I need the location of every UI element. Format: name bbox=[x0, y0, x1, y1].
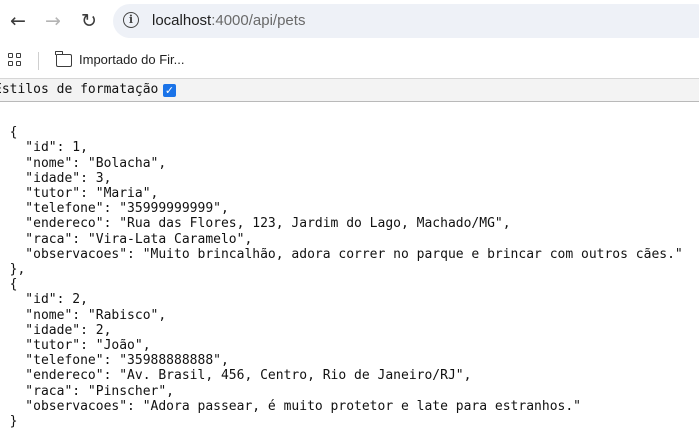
json-line: "id": 1, bbox=[0, 140, 88, 156]
json-line: "nome": "Rabisco", bbox=[0, 307, 167, 323]
bookmarks-separator bbox=[38, 52, 39, 70]
pretty-print-label: Estilos de formatação bbox=[0, 82, 159, 97]
json-line: "observacoes": "Adora passear, é muito p… bbox=[0, 398, 581, 414]
bookmarks-bar: Importado do Fir... bbox=[0, 43, 699, 79]
browser-toolbar: ← → ↻ i localhost:4000/api/pets bbox=[0, 0, 699, 43]
json-line: { bbox=[9, 125, 18, 141]
folder-icon bbox=[55, 51, 72, 67]
json-line: [ bbox=[0, 110, 2, 125]
url-path: :4000/api/pets bbox=[211, 12, 306, 29]
json-line: { bbox=[9, 277, 18, 293]
json-line: "idade": 2, bbox=[0, 322, 112, 338]
json-line: "tutor": "João", bbox=[0, 338, 151, 354]
reload-button[interactable]: ↻ bbox=[76, 8, 102, 34]
json-line: "telefone": "35988888888", bbox=[0, 353, 229, 369]
json-line: "tutor": "Maria", bbox=[0, 186, 159, 202]
pretty-print-checkbox[interactable]: ✓ bbox=[163, 84, 176, 97]
arrow-right-icon: → bbox=[45, 9, 61, 32]
json-content: [ { "id": 1, "nome": "Bolacha", "idade":… bbox=[0, 110, 683, 429]
json-line: "idade": 3, bbox=[0, 170, 112, 186]
pretty-print-bar: Estilos de formatação ✓ bbox=[0, 79, 699, 102]
json-line: "telefone": "35999999999", bbox=[0, 201, 229, 217]
json-line: }, bbox=[9, 262, 26, 278]
bookmark-folder-imported[interactable]: Importado do Fir... bbox=[79, 52, 185, 67]
json-line: "endereco": "Av. Brasil, 456, Centro, Ri… bbox=[0, 368, 472, 384]
json-line: "raca": "Vira-Lata Caramelo", bbox=[0, 231, 253, 247]
forward-button[interactable]: → bbox=[40, 8, 66, 34]
arrow-left-icon: ← bbox=[10, 9, 26, 32]
url-host: localhost bbox=[152, 12, 212, 29]
json-line: "nome": "Bolacha", bbox=[0, 155, 167, 171]
info-icon[interactable]: i bbox=[123, 12, 139, 28]
url-text[interactable]: localhost:4000/api/pets bbox=[152, 12, 305, 29]
reload-icon: ↻ bbox=[81, 9, 97, 32]
apps-grid-icon[interactable] bbox=[8, 53, 22, 67]
json-line: "observacoes": "Muito brincalhão, adora … bbox=[0, 246, 683, 262]
back-button[interactable]: ← bbox=[5, 8, 31, 34]
json-line: "endereco": "Rua das Flores, 123, Jardim… bbox=[0, 216, 511, 232]
json-line: "id": 2, bbox=[0, 292, 88, 308]
json-line: "raca": "Pinscher", bbox=[0, 383, 175, 399]
address-bar[interactable]: i localhost:4000/api/pets bbox=[113, 4, 699, 38]
json-line: } bbox=[9, 414, 18, 430]
